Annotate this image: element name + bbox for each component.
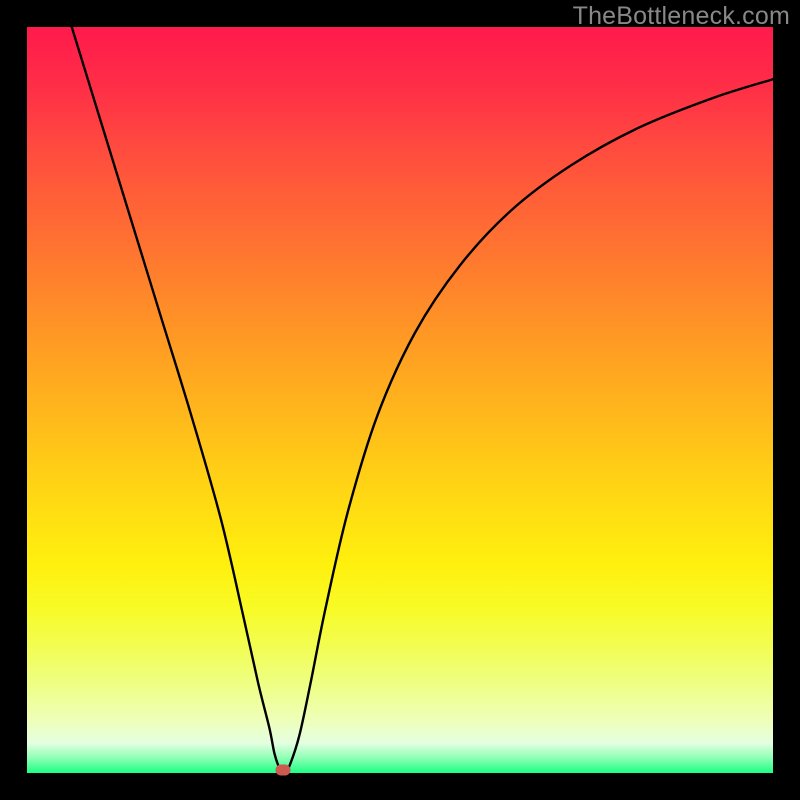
watermark-text: TheBottleneck.com	[573, 2, 790, 31]
optimum-marker	[275, 765, 290, 776]
chart-frame: TheBottleneck.com	[0, 0, 800, 800]
bottleneck-curve	[27, 27, 773, 773]
plot-area	[27, 27, 773, 773]
